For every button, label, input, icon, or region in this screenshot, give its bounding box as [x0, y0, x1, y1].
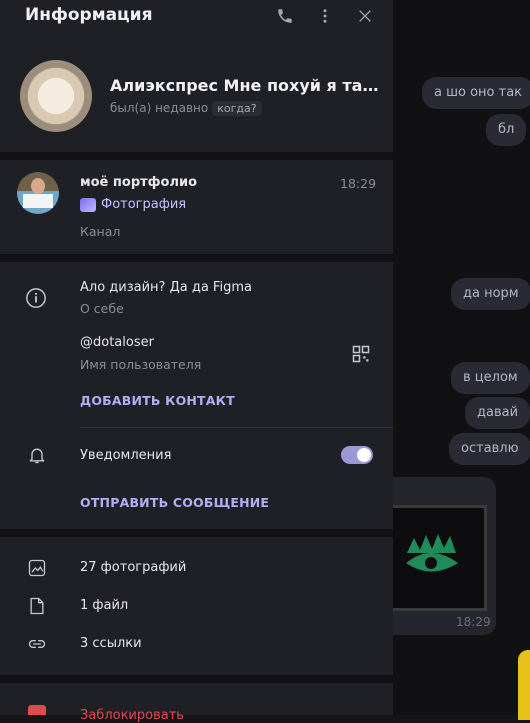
chat-message[interactable]: в целом	[451, 362, 530, 394]
bell-icon	[26, 444, 48, 466]
channel-avatar[interactable]	[17, 172, 59, 214]
qr-code-icon[interactable]	[350, 343, 372, 365]
chat-message[interactable]: а шо оно так	[422, 77, 530, 109]
section-divider	[0, 675, 393, 683]
channel-name[interactable]: моё портфолио	[80, 175, 197, 190]
notifications-toggle[interactable]	[341, 446, 373, 464]
info-icon	[25, 287, 47, 309]
add-contact-button[interactable]: ДОБАВИТЬ КОНТАКТ	[80, 393, 235, 408]
close-icon[interactable]	[353, 4, 377, 28]
when-button[interactable]: когда?	[212, 101, 262, 116]
channel-time: 18:29	[340, 176, 377, 191]
section-divider	[0, 152, 393, 160]
channel-tag-label: Фотография	[101, 197, 187, 212]
decorative-shape	[518, 650, 530, 720]
channel-tag[interactable]: Фотография	[80, 197, 186, 212]
panel-title: Информация	[25, 5, 153, 25]
photo-tag-icon	[80, 197, 96, 212]
send-message-button[interactable]: ОТПРАВИТЬ СООБЩЕНИЕ	[80, 495, 269, 510]
block-icon	[28, 705, 46, 715]
username-text[interactable]: @dotaloser	[80, 335, 154, 350]
bio-text[interactable]: Ало дизайн? Да да Figma	[80, 280, 252, 295]
divider	[80, 427, 393, 428]
toggle-knob	[357, 448, 371, 462]
profile-status: был(а) недавно когда?	[110, 101, 262, 116]
chat-message[interactable]: оставлю	[449, 433, 530, 465]
photo-icon	[26, 557, 48, 579]
block-button[interactable]: Заблокировать	[80, 708, 184, 723]
channel-kind: Канал	[80, 224, 121, 239]
avatar-face	[31, 178, 45, 194]
phone-icon[interactable]	[273, 4, 297, 28]
link-icon	[26, 633, 48, 655]
avatar[interactable]	[20, 60, 92, 132]
section-divider	[0, 254, 393, 262]
chat-message[interactable]: давай	[465, 397, 530, 429]
section-divider	[0, 529, 393, 537]
bio-label: О себе	[80, 301, 124, 316]
media-time: 18:29	[456, 615, 491, 629]
chat-message[interactable]: да норм	[451, 278, 530, 310]
profile-name: Алиэкспрес Мне похуй я так чувствую	[110, 76, 380, 95]
info-panel: Информация Алиэкспрес Мне похуй я так чу…	[0, 0, 393, 723]
file-icon	[26, 595, 48, 617]
username-label: Имя пользователя	[80, 357, 202, 372]
notifications-label: Уведомления	[80, 448, 172, 463]
links-count[interactable]: 3 ссылки	[80, 636, 142, 651]
avatar-detail	[23, 194, 53, 208]
chat-message[interactable]: бл	[486, 114, 527, 146]
files-count[interactable]: 1 файл	[80, 598, 128, 613]
status-text: был(а) недавно	[110, 101, 209, 115]
more-options-icon[interactable]	[313, 4, 337, 28]
photos-count[interactable]: 27 фотографий	[80, 560, 186, 575]
